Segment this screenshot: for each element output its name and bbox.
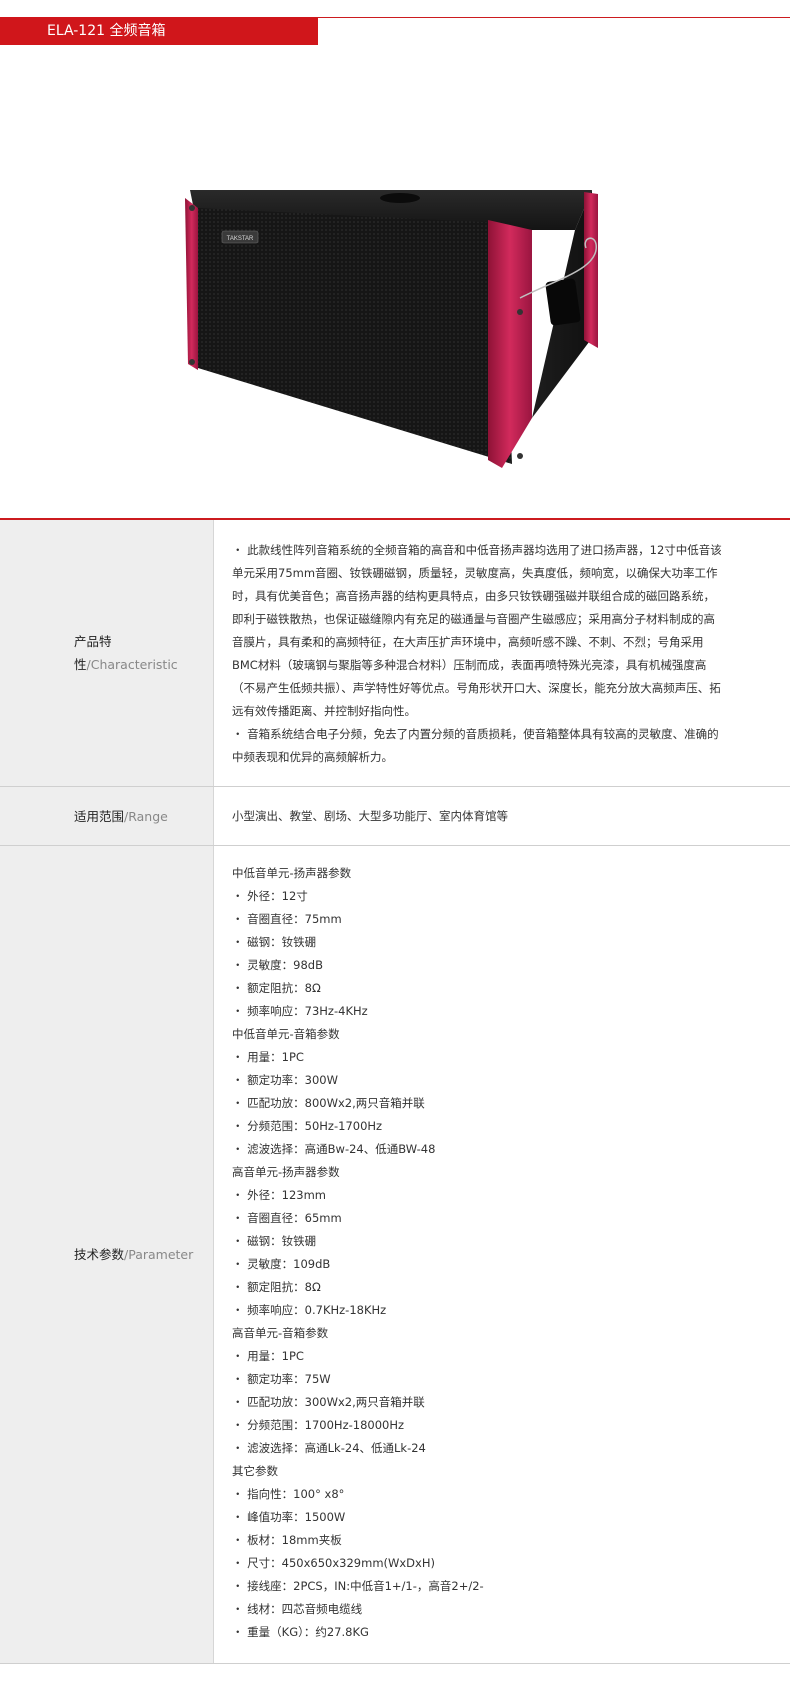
characteristic-paragraph-1: ・ 此款线性阵列音箱系统的全频音箱的高音和中低音扬声器均选用了进口扬声器，12寸…: [232, 543, 722, 718]
range-content: 小型演出、教堂、剧场、大型多功能厅、室内体育馆等: [232, 809, 508, 823]
bolt: [189, 205, 195, 211]
front-frame-right: [488, 220, 532, 468]
param-line: 高音单元-音箱参数: [232, 1326, 329, 1340]
param-line: ・ 音圈直径：65mm: [232, 1211, 342, 1225]
title-bar: ELA-121 全频音箱: [0, 0, 790, 48]
parameter-label-en: /Parameter: [124, 1247, 194, 1262]
bolt: [189, 359, 195, 365]
bolt: [517, 309, 523, 315]
param-line: 其它参数: [232, 1464, 278, 1478]
param-line: 高音单元-扬声器参数: [232, 1165, 340, 1179]
product-image-area: TAKSTAR: [0, 48, 790, 518]
param-line: ・ 外径：123mm: [232, 1188, 327, 1202]
param-line: ・ 分频范围：1700Hz-18000Hz: [232, 1418, 405, 1432]
param-line: ・ 板材：18mm夹板: [232, 1533, 342, 1547]
param-line: ・ 指向性：100° x8°: [232, 1487, 345, 1501]
characteristic-label-cell: 产品特性/Characteristic: [0, 520, 214, 786]
product-title: ELA-121 全频音箱: [0, 17, 318, 45]
param-line: 中低音单元-音箱参数: [232, 1027, 340, 1041]
param-line: ・ 接线座：2PCS，IN:中低音1+/1-，高音2+/2-: [232, 1579, 484, 1593]
param-line: ・ 额定阻抗：8Ω: [232, 1280, 321, 1294]
range-label: 适用范围: [74, 808, 125, 824]
row-parameter: 技术参数/Parameter 中低音单元-扬声器参数 ・ 外径：12寸 ・ 音圈…: [0, 846, 790, 1664]
param-line: ・ 磁钢：钕铁硼: [232, 1234, 317, 1248]
rigging-socket: [380, 193, 420, 203]
param-line: ・ 用量：1PC: [232, 1349, 304, 1363]
brand-badge-text: TAKSTAR: [227, 236, 254, 242]
speaker-image: TAKSTAR: [185, 190, 598, 468]
parameter-content: 中低音单元-扬声器参数 ・ 外径：12寸 ・ 音圈直径：75mm ・ 磁钢：钕铁…: [214, 846, 790, 1663]
param-line: ・ 重量（KG）：约27.8KG: [232, 1625, 369, 1639]
param-line: 中低音单元-扬声器参数: [232, 866, 352, 880]
range-label-en: /Range: [124, 808, 168, 824]
param-line: ・ 音圈直径：75mm: [232, 912, 342, 926]
param-line: ・ 分频范围：50Hz-1700Hz: [232, 1119, 383, 1133]
param-line: ・ 峰值功率：1500W: [232, 1510, 346, 1524]
characteristic-content: ・ 此款线性阵列音箱系统的全频音箱的高音和中低音扬声器均选用了进口扬声器，12寸…: [214, 520, 790, 786]
front-frame-left: [185, 198, 198, 370]
param-line: ・ 额定功率：300W: [232, 1073, 338, 1087]
front-grille: [198, 208, 512, 464]
param-line: ・ 额定功率：75W: [232, 1372, 331, 1386]
row-range: 适用范围/Range 小型演出、教堂、剧场、大型多功能厅、室内体育馆等: [0, 787, 790, 846]
param-line: ・ 灵敏度：109dB: [232, 1257, 331, 1271]
param-line: ・ 尺寸：450x650x329mm(WxDxH): [232, 1556, 435, 1570]
param-line: ・ 滤波选择：高通Lk-24、低通Lk-24: [232, 1441, 426, 1455]
param-line: ・ 灵敏度：98dB: [232, 958, 323, 972]
param-line: ・ 用量：1PC: [232, 1050, 304, 1064]
range-label-cell: 适用范围/Range: [0, 787, 214, 845]
bolt: [517, 453, 523, 459]
characteristic-label-en: /Characteristic: [86, 657, 178, 672]
characteristic-paragraph-2: ・ 音箱系统结合电子分频，免去了内置分频的音质损耗，使音箱整体具有较高的灵敏度、…: [232, 727, 719, 764]
param-line: ・ 频率响应：73Hz-4KHz: [232, 1004, 368, 1018]
param-line: ・ 额定阻抗：8Ω: [232, 981, 321, 995]
param-line: ・ 外径：12寸: [232, 889, 308, 903]
param-line: ・ 频率响应：0.7KHz-18KHz: [232, 1303, 387, 1317]
spec-table: 产品特性/Characteristic ・ 此款线性阵列音箱系统的全频音箱的高音…: [0, 518, 790, 1664]
handle-recess: [545, 278, 581, 326]
param-line: ・ 匹配功放：300Wx2,两只音箱并联: [232, 1395, 425, 1409]
param-line: ・ 线材：四芯音频电缆线: [232, 1602, 363, 1616]
param-line: ・ 磁钢：钕铁硼: [232, 935, 317, 949]
row-characteristic: 产品特性/Characteristic ・ 此款线性阵列音箱系统的全频音箱的高音…: [0, 520, 790, 787]
side-rail-right: [584, 192, 598, 348]
parameter-label: 技术参数: [74, 1247, 125, 1262]
param-line: ・ 滤波选择：高通Bw-24、低通BW-48: [232, 1142, 436, 1156]
param-line: ・ 匹配功放：800Wx2,两只音箱并联: [232, 1096, 425, 1110]
parameter-label-cell: 技术参数/Parameter: [0, 846, 214, 1663]
